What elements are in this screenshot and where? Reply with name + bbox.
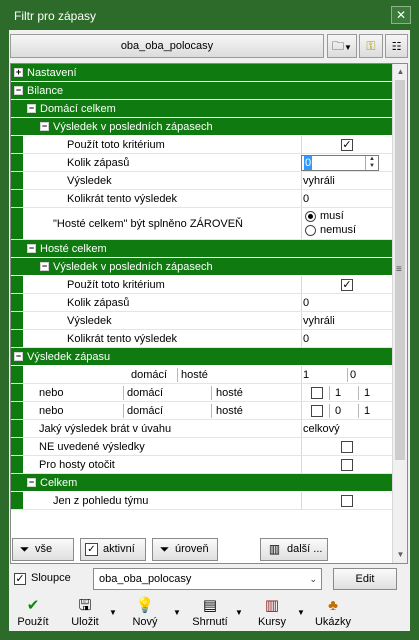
collapse-icon[interactable]: − [27,478,36,487]
odds-button[interactable]: ▥ Kursy [249,596,295,631]
property-tree[interactable]: + Nastavení − Bilance − Domácí celkem − … [10,63,408,564]
prop-jen-z-pohledu[interactable]: Jen z pohledu týmu [11,492,393,510]
collapse-icon[interactable]: − [14,86,23,95]
checkbox-icon: ✓ [85,543,98,556]
prop-vysledek-2[interactable]: Výsledek vyhráli [11,312,393,330]
category-nastaveni[interactable]: + Nastavení [11,64,393,82]
filter-all-button[interactable]: ⏷ vše [12,538,74,561]
window-title: Filtr pro zápasy [14,9,97,23]
key-button[interactable]: ⚿ [359,34,383,58]
prop-vysledek-1[interactable]: Výsledek vyhráli [11,172,393,190]
prop-jaky-vysledek[interactable]: Jaký výsledek brát v úvahu celkový [11,420,393,438]
summary-button[interactable]: ▤ Shrnutí [185,596,235,631]
vertical-scrollbar[interactable]: ▲ ≡ ▼ [392,64,407,563]
chevron-down-icon: ▼ [344,43,352,52]
key-icon: ⚿ [366,39,376,53]
collapse-icon[interactable]: − [27,104,36,113]
filter-window: Filtr pro zápasy ✕ oba_oba_polocasy 🗀▼ ⚿… [0,0,419,640]
collapse-icon[interactable]: − [14,352,23,361]
save-dropdown-icon[interactable]: ▼ [109,608,117,617]
prop-pro-hosty[interactable]: Pro hosty otočit [11,456,393,474]
prop-kolikrat-2[interactable]: Kolikrát tento výsledek 0 [11,330,393,348]
edit-button[interactable]: Edit [333,568,397,590]
folder-icon: 🗀 [332,39,345,53]
save-button[interactable]: 🖫 Uložit [59,596,111,631]
prop-hoste-celkem-splneno[interactable]: "Hosté celkem" být splněno ZÁROVEŇ musí … [11,208,393,240]
sloupce-checkbox[interactable]: ✓ [14,573,26,585]
title-bar: Filtr pro zápasy ✕ [0,0,419,30]
prop-skore[interactable]: domácí hosté 1 0 [11,366,393,384]
columns-bar: ✓ Sloupce oba_oba_polocasy ⌄ Edit [10,567,408,591]
filter-level-button[interactable]: ⏷ úroveň [152,538,218,561]
floppy-icon: 🖫 [78,597,92,614]
odds-chart-icon: ▥ [264,597,280,614]
new-dropdown-icon[interactable]: ▼ [173,608,181,617]
nebo-1-checkbox[interactable] [311,387,323,399]
prop-pouzit-kriterium-2[interactable]: Použít toto kritérium ✓ [11,276,393,294]
nebo-2-checkbox[interactable] [311,405,323,417]
folder-menu-button[interactable]: 🗀▼ [327,34,357,58]
lightbulb-icon: 💡 [135,597,155,614]
filter-active-button[interactable]: ✓ aktivní [80,538,146,561]
nemusi-radio[interactable] [305,225,316,236]
funnel-icon: ⏷ [19,542,30,556]
category-vysledek-v-poslednich-2[interactable]: − Výsledek v posledních zápasech [11,258,393,276]
prop-nebo-2[interactable]: nebo domácí hosté 0 1 [11,402,393,420]
category-bilance[interactable]: − Bilance [11,82,393,100]
filter-bar: ⏷ vše ✓ aktivní ⏷ úroveň ▥ další ... [10,538,408,563]
prop-ne-uvedene[interactable]: NE uvedené výsledky [11,438,393,456]
prop-kolikrat-1[interactable]: Kolikrát tento výsledek 0 [11,190,393,208]
category-hoste-celkem[interactable]: − Hosté celkem [11,240,393,258]
chevron-down-icon[interactable]: ⌄ [309,569,317,589]
collapse-icon[interactable]: − [40,122,49,131]
pro-hosty-checkbox[interactable] [341,459,353,471]
prop-kolik-zapasu-1[interactable]: Kolik zápasů 0 ▲ ▼ [11,154,393,172]
apply-button[interactable]: ✔ Použít [11,596,55,631]
expand-icon[interactable]: + [14,68,23,77]
summary-icon: ▤ [202,597,218,614]
columns-select[interactable]: oba_oba_polocasy ⌄ [93,568,322,590]
checkmark-icon: ✔ [26,597,40,614]
category-celkem[interactable]: − Celkem [11,474,393,492]
filter-more-button[interactable]: ▥ další ... [260,538,328,561]
tree-view-button[interactable]: ☷ [385,34,408,58]
pouzit-kriterium-1-checkbox[interactable]: ✓ [341,139,353,151]
category-vysledek-zapasu[interactable]: − Výsledek zápasu [11,348,393,366]
collapse-icon[interactable]: − [27,244,36,253]
odds-dropdown-icon[interactable]: ▼ [297,608,305,617]
profile-name-button[interactable]: oba_oba_polocasy [10,34,324,58]
musi-radio[interactable] [305,211,316,222]
jen-z-pohledu-checkbox[interactable] [341,495,353,507]
prop-pouzit-kriterium-1[interactable]: Použít toto kritérium ✓ [11,136,393,154]
spinner-arrows-icon[interactable]: ▲ ▼ [365,156,378,170]
ne-uvedene-checkbox[interactable] [341,441,353,453]
category-domaci-celkem[interactable]: − Domácí celkem [11,100,393,118]
kolik-zapasu-1-spinner[interactable]: 0 ▲ ▼ [301,155,379,171]
new-button[interactable]: 💡 Nový [123,596,167,631]
samples-icon: ♣ [328,597,338,614]
samples-button[interactable]: ♣ Ukázky [309,596,357,631]
scroll-up-icon[interactable]: ▲ [393,64,407,80]
pouzit-kriterium-2-checkbox[interactable]: ✓ [341,279,353,291]
close-button[interactable]: ✕ [391,6,411,24]
collapse-icon[interactable]: − [40,262,49,271]
prop-kolik-zapasu-2[interactable]: Kolik zápasů 0 [11,294,393,312]
columns-icon: ▥ [268,542,281,556]
grip-icon: ≡ [396,264,402,275]
profile-bar: oba_oba_polocasy 🗀▼ ⚿ ☷ [10,34,408,58]
tree-icon: ☷ [391,41,402,53]
category-vysledek-v-poslednich-1[interactable]: − Výsledek v posledních zápasech [11,118,393,136]
prop-nebo-1[interactable]: nebo domácí hosté 1 1 [11,384,393,402]
bottom-toolbar: ✔ Použít 🖫 Uložit ▼ 💡 Nový ▼ ▤ Shrnutí ▼… [9,596,410,631]
client-area: oba_oba_polocasy 🗀▼ ⚿ ☷ + Nastavení − Bi… [9,30,410,631]
summary-dropdown-icon[interactable]: ▼ [235,608,243,617]
level-funnel-icon: ⏷ [159,542,170,556]
